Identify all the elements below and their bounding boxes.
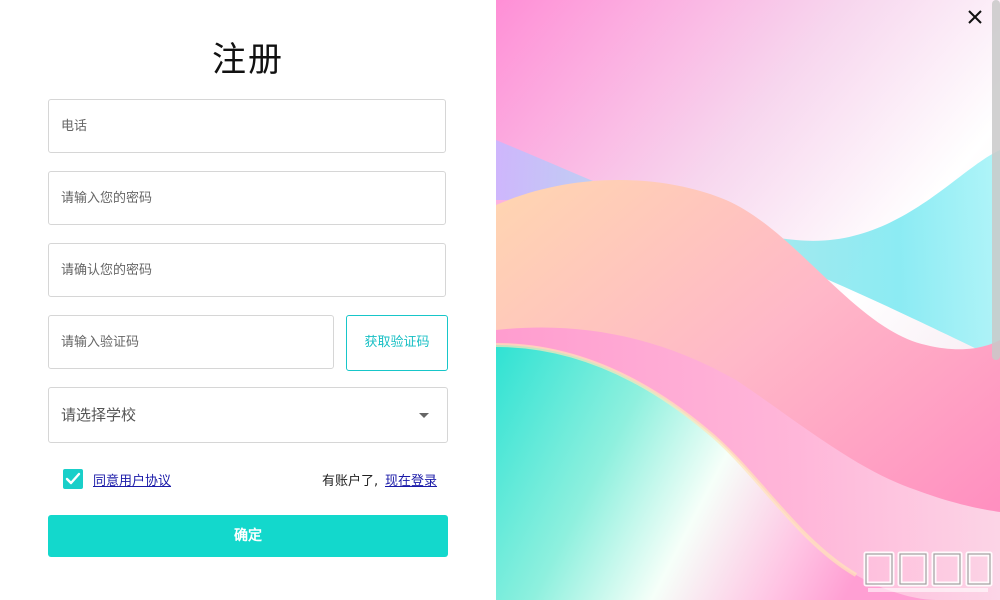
password-field[interactable] <box>48 171 446 225</box>
register-form-panel: 注册 获取验证码 请选择学校 同意用户协议 有账户了, 现在登录 确定 <box>0 0 496 600</box>
verification-code-input[interactable] <box>49 316 333 368</box>
decorative-gradient-image <box>496 0 1000 600</box>
confirm-password-field[interactable] <box>48 243 446 297</box>
scrollbar[interactable] <box>992 0 1000 360</box>
school-select[interactable]: 请选择学校 <box>48 387 448 443</box>
close-icon[interactable] <box>964 6 986 28</box>
checkmark-icon <box>65 472 81 485</box>
agree-checkbox[interactable] <box>63 469 83 489</box>
verification-code-field[interactable] <box>48 315 334 369</box>
page-title: 注册 <box>212 40 284 80</box>
confirm-password-input[interactable] <box>49 244 445 296</box>
user-agreement-link[interactable]: 同意用户协议 <box>93 470 171 489</box>
password-input[interactable] <box>49 172 445 224</box>
get-code-button[interactable]: 获取验证码 <box>346 315 448 371</box>
phone-field[interactable] <box>48 99 446 153</box>
login-now-link[interactable]: 现在登录 <box>385 470 437 489</box>
chevron-down-icon <box>419 413 429 418</box>
school-select-value: 请选择学校 <box>61 406 137 424</box>
wave-illustration <box>496 0 1000 600</box>
has-account-text: 有账户了, <box>322 474 379 489</box>
register-window: 注册 获取验证码 请选择学校 同意用户协议 有账户了, 现在登录 确定 <box>0 0 1000 600</box>
phone-input[interactable] <box>49 100 445 152</box>
submit-button[interactable]: 确定 <box>48 515 448 557</box>
watermark-logo-icon <box>862 548 994 596</box>
